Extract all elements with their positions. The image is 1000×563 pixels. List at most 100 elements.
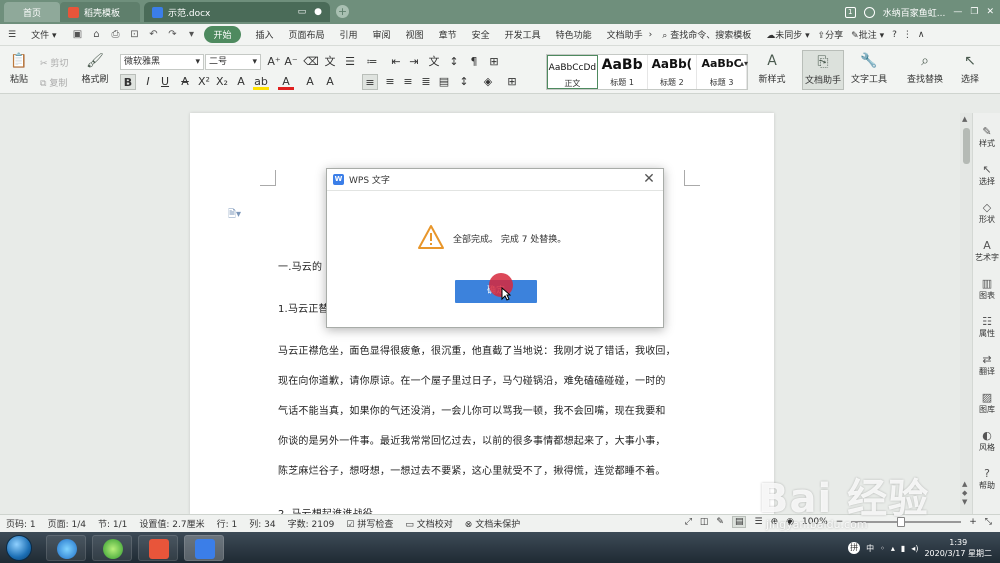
menu-icon[interactable]: ☰	[8, 30, 16, 40]
shrink-font-icon[interactable]: A⁻	[283, 54, 299, 70]
print-icon[interactable]: ⎙	[109, 29, 121, 41]
menu-security[interactable]: 安全	[472, 28, 490, 41]
account-name[interactable]: 水纳百家鱼虹...	[883, 6, 946, 19]
strikethrough-icon[interactable]: A	[177, 74, 193, 90]
font-color-icon[interactable]: A	[278, 74, 294, 90]
monitor-icon[interactable]: ▭	[298, 7, 307, 17]
superscript-icon[interactable]: X²	[196, 74, 212, 90]
menu-insert[interactable]: 插入	[256, 28, 274, 41]
numbered-list-icon[interactable]: ≔	[364, 54, 380, 70]
side-wordart[interactable]: A 艺术字	[973, 239, 1000, 263]
tab-home[interactable]: 首页	[4, 2, 60, 22]
ime-indicator[interactable]: 中	[866, 543, 874, 554]
minimize-icon[interactable]: —	[953, 7, 962, 17]
chevron-right-icon[interactable]: ›	[649, 30, 653, 40]
restore-icon[interactable]: ❐	[970, 7, 978, 17]
pinyin-icon[interactable]: 文	[322, 54, 338, 70]
doc-nav-icon[interactable]: 🗎▾	[228, 207, 241, 224]
vertical-scrollbar[interactable]	[960, 113, 972, 515]
taskbar-wps[interactable]	[184, 535, 224, 561]
status-section[interactable]: 节: 1/1	[98, 517, 127, 530]
redo-icon[interactable]: ↷	[166, 29, 178, 41]
cut-button[interactable]: ✂ 剪切	[40, 56, 68, 69]
increase-indent-icon[interactable]: ⇥	[406, 54, 422, 70]
close-icon[interactable]: ✕	[986, 7, 994, 17]
align-center-icon[interactable]: ≡	[382, 74, 398, 90]
text-tools-button[interactable]: 🔧 文字工具	[848, 52, 890, 85]
close-icon[interactable]: ✕	[641, 171, 657, 187]
find-replace-button[interactable]: ⌕ 查找替换	[904, 52, 946, 85]
side-gallery[interactable]: ▨ 图库	[973, 391, 1000, 415]
ime-logo-icon[interactable]: 拼	[848, 542, 861, 554]
status-line[interactable]: 行: 1	[217, 517, 238, 530]
search-command[interactable]: ⌕ 查找命令、搜索模板	[662, 28, 751, 41]
scroll-up-icon[interactable]: ▲	[962, 115, 967, 123]
gallery-scroll-icon[interactable]: ▴▾	[740, 56, 748, 72]
doc-helper-button[interactable]: ⎘ 文档助手	[802, 50, 844, 90]
subscript-icon[interactable]: X₂	[214, 74, 230, 90]
start-button[interactable]	[6, 535, 32, 561]
volume-icon[interactable]: ◂)	[911, 544, 918, 553]
more-icon[interactable]: ⋮	[903, 30, 912, 40]
comment-button[interactable]: ✎批注 ▾	[851, 28, 884, 41]
status-setting-value[interactable]: 设置值: 2.7厘米	[139, 517, 204, 530]
clear-format-icon[interactable]: ⌫	[303, 54, 319, 70]
style-heading-2[interactable]: AaBb(标题 2	[648, 55, 698, 89]
book-view-icon[interactable]: ◫	[700, 517, 709, 527]
menu-review[interactable]: 审阅	[373, 28, 391, 41]
format-painter-button[interactable]: 🖌 格式刷	[80, 52, 110, 85]
decrease-indent-icon[interactable]: ⇤	[388, 54, 404, 70]
side-translate[interactable]: ⇄ 翻译	[973, 353, 1000, 377]
fullscreen-icon[interactable]: ⤢	[685, 517, 692, 527]
align-right-icon[interactable]: ≡	[400, 74, 416, 90]
side-properties[interactable]: ☷ 属性	[973, 315, 1000, 339]
open-icon[interactable]: ⌂	[90, 29, 102, 41]
page-view-icon[interactable]: ▤	[731, 516, 747, 528]
bullet-list-icon[interactable]: ☰	[342, 54, 358, 70]
tray-expand-icon[interactable]: ▴	[891, 544, 895, 553]
side-styles[interactable]: ✎ 样式	[973, 125, 1000, 149]
save-icon[interactable]: ▣	[71, 29, 83, 41]
font-size-select[interactable]: 二号 ▾	[205, 54, 261, 70]
menu-view[interactable]: 视图	[406, 28, 424, 41]
side-shapes[interactable]: ◇ 形状	[973, 201, 1000, 225]
clock[interactable]: 1:39 2020/3/17 星期二	[924, 537, 992, 559]
menu-chapter[interactable]: 章节	[439, 28, 457, 41]
preview-icon[interactable]: ⊡	[128, 29, 140, 41]
menu-features[interactable]: 特色功能	[556, 28, 592, 41]
menu-file[interactable]: 文件 ▾	[31, 28, 56, 41]
chevron-down-icon[interactable]: ▾	[185, 29, 197, 41]
status-page-number[interactable]: 页码: 1	[6, 517, 36, 530]
badge-icon[interactable]: 1	[844, 6, 856, 18]
show-marks-icon[interactable]: ¶	[466, 54, 482, 70]
undo-icon[interactable]: ↶	[147, 29, 159, 41]
highlight-icon[interactable]: ab	[253, 74, 269, 90]
justify-icon[interactable]: ≣	[418, 74, 434, 90]
copy-button[interactable]: ⧉ 复制	[40, 76, 67, 89]
border-icon[interactable]: ⊞	[486, 54, 502, 70]
sync-button[interactable]: ☁未同步 ▾	[766, 28, 809, 41]
sort-icon[interactable]: ↕	[446, 54, 462, 70]
align-left-icon[interactable]: ≡	[362, 74, 378, 90]
scrollbar-thumb[interactable]	[963, 128, 970, 164]
scroll-page-icons[interactable]: ▲ ◆ ▼	[962, 480, 967, 507]
char-border-icon[interactable]: A	[302, 74, 318, 90]
fit-icon[interactable]: ⤡	[985, 517, 992, 527]
side-style[interactable]: ◐ 风格	[973, 429, 1000, 453]
text-effect-icon[interactable]: A	[233, 74, 249, 90]
tab-dot-icon[interactable]: ●	[314, 7, 322, 17]
taskbar-360[interactable]	[92, 535, 132, 561]
menu-developer[interactable]: 开发工具	[505, 28, 541, 41]
avatar[interactable]	[863, 6, 875, 18]
font-name-select[interactable]: 微软雅黑 ▾	[120, 54, 204, 70]
side-select[interactable]: ↖ 选择	[973, 163, 1000, 187]
shading-icon[interactable]: ◈	[480, 74, 496, 90]
status-pages[interactable]: 页面: 1/4	[48, 517, 86, 530]
italic-icon[interactable]: I	[140, 74, 156, 90]
table-border-icon[interactable]: ⊞	[504, 74, 520, 90]
status-column[interactable]: 列: 34	[249, 517, 275, 530]
paste-button[interactable]: 📋 粘贴	[4, 52, 34, 85]
tab-template[interactable]: 稻壳模板	[60, 2, 140, 22]
underline-icon[interactable]: U	[157, 74, 173, 90]
new-style-button[interactable]: A 新样式	[754, 52, 790, 85]
